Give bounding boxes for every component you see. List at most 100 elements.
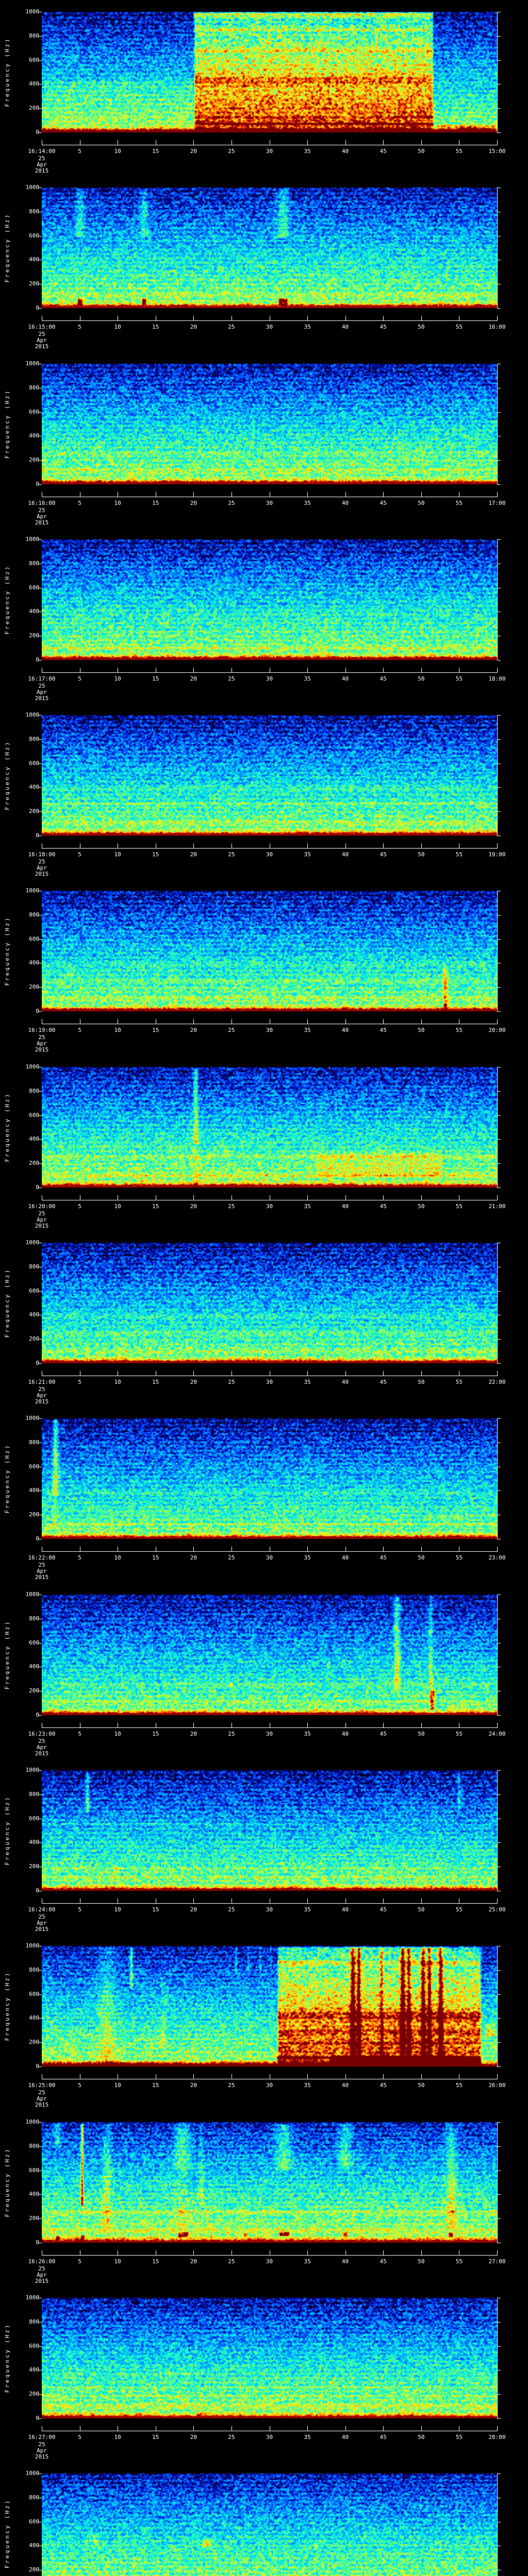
y-tick-label: 200	[29, 1687, 39, 1694]
y-tick-mark-left	[38, 108, 42, 109]
x-tick-label: 10	[114, 148, 121, 155]
y-tick-label: 600	[29, 1463, 39, 1470]
y-tick-label: 600	[29, 1287, 39, 1294]
x-tick-label: 55	[455, 851, 463, 858]
y-tick-label: 1000	[25, 8, 40, 15]
x-axis-ruler	[42, 848, 498, 849]
x-tick-label: 25	[228, 2434, 235, 2441]
y-tick-label: 1000	[25, 1415, 40, 1421]
x-tick-label: 10	[114, 675, 121, 682]
y-tick-label: 600	[29, 2342, 39, 2349]
y-tick-mark-left	[38, 308, 42, 309]
x-end-label: 22:00	[488, 1379, 506, 1385]
x-start-label: 16:23:00	[28, 1731, 56, 1737]
x-start-label: 16:18:00	[28, 851, 56, 858]
y-tick-label: 200	[29, 2566, 39, 2573]
y-tick-mark-left	[38, 715, 42, 716]
x-tick-label: 45	[380, 1731, 387, 1737]
x-start-label: 16:22:00	[28, 1554, 56, 1561]
plot-right-border	[497, 2122, 498, 2243]
x-tick-label: 45	[380, 851, 387, 858]
plot-right-border	[497, 891, 498, 1011]
y-tick-label: 1000	[25, 184, 40, 191]
x-tick-label: 50	[418, 324, 425, 330]
y-tick-label: 600	[29, 935, 39, 942]
y-tick-mark-left	[38, 1794, 42, 1795]
y-tick-mark-right	[497, 939, 501, 940]
y-tick-label: 600	[29, 2518, 39, 2525]
x-tick-label: 5	[78, 2082, 81, 2089]
y-tick-label: 400	[29, 256, 39, 263]
x-tick-label: 35	[304, 675, 311, 682]
x-axis-ruler	[42, 2255, 498, 2256]
x-tick-label: 20	[190, 2434, 197, 2441]
plot-right-border	[497, 364, 498, 484]
x-tick-label: 40	[342, 148, 349, 155]
x-tick-label: 30	[266, 1731, 273, 1737]
y-tick-label: 0	[36, 129, 39, 135]
x-tick-label: 40	[342, 1379, 349, 1385]
x-tick-label: 50	[418, 2434, 425, 2441]
x-tick-label: 20	[190, 1027, 197, 1033]
date-line: 2015	[35, 2453, 49, 2460]
x-tick-label: 20	[190, 675, 197, 682]
x-tick-label: 25	[228, 675, 235, 682]
spectrogram-panel: Frequency (Hz) 0 200 400 600 800 1000 5 10 15 20 25…	[0, 1758, 528, 1935]
date-line: 2015	[35, 1398, 49, 1405]
y-tick-label: 600	[29, 584, 39, 591]
y-tick-label: 200	[29, 1863, 39, 1870]
x-tick-label: 40	[342, 324, 349, 330]
y-tick-mark-right	[497, 2418, 501, 2419]
x-tick-mark	[193, 668, 194, 672]
y-tick-mark-right	[497, 2346, 501, 2347]
x-tick-label: 10	[114, 2434, 121, 2441]
x-end-label: 18:00	[488, 675, 506, 682]
x-tick-label: 5	[78, 675, 81, 682]
y-axis-title: Frequency (Hz)	[4, 2499, 11, 2569]
x-tick-label: 15	[152, 2258, 159, 2265]
y-tick-label: 600	[29, 1815, 39, 1822]
y-tick-mark-right	[497, 1339, 501, 1340]
x-tick-mark	[307, 492, 308, 497]
x-tick-label: 20	[190, 1554, 197, 1561]
y-tick-label: 0	[36, 1535, 39, 1542]
y-tick-mark-left	[38, 1291, 42, 1292]
y-tick-label: 1000	[25, 536, 40, 543]
spectrogram-panel: Frequency (Hz) 0 200 400 600 800 1000 5 10 15 20 25…	[0, 1406, 528, 1583]
x-tick-label: 10	[114, 324, 121, 330]
x-tick-mark	[421, 843, 422, 848]
y-tick-label: 1000	[25, 2119, 40, 2125]
y-tick-mark-right	[497, 914, 501, 916]
y-tick-label: 200	[29, 1335, 39, 1343]
x-axis-ruler	[42, 320, 498, 321]
x-tick-label: 5	[78, 1731, 81, 1737]
x-tick-label: 15	[152, 2082, 159, 2089]
y-tick-mark-left	[38, 1339, 42, 1340]
plot-right-border	[497, 1067, 498, 1188]
x-tick-label: 10	[114, 2082, 121, 2089]
y-tick-mark-right	[497, 1994, 501, 1995]
date-line: 2015	[35, 695, 49, 702]
y-tick-label: 600	[29, 1639, 39, 1646]
y-tick-mark-left	[38, 1139, 42, 1140]
y-tick-mark-right	[497, 2122, 501, 2123]
x-tick-label: 50	[418, 675, 425, 682]
y-tick-label: 1000	[25, 1767, 40, 1773]
x-start-label: 16:15:00	[28, 324, 56, 330]
x-start-label: 16:27:00	[28, 2434, 56, 2441]
y-axis-title: Frequency (Hz)	[4, 389, 11, 459]
date-line: 2015	[35, 1046, 49, 1053]
x-tick-label: 55	[455, 500, 463, 506]
x-tick-label: 15	[152, 1731, 159, 1737]
x-tick-label: 30	[266, 851, 273, 858]
spectrogram-canvas	[42, 188, 497, 308]
x-tick-mark	[421, 1371, 422, 1376]
x-tick-label: 45	[380, 1906, 387, 1913]
plot-right-border	[497, 1595, 498, 1715]
x-tick-label: 50	[418, 1731, 425, 1737]
y-tick-label: 1000	[25, 1239, 40, 1246]
spectrogram-panel: Frequency (Hz) 0 200 400 600 800 1000 5 10 15 20 25…	[0, 176, 528, 352]
x-tick-mark	[193, 140, 194, 145]
x-tick-label: 35	[304, 2082, 311, 2089]
y-tick-mark-right	[497, 1363, 501, 1364]
